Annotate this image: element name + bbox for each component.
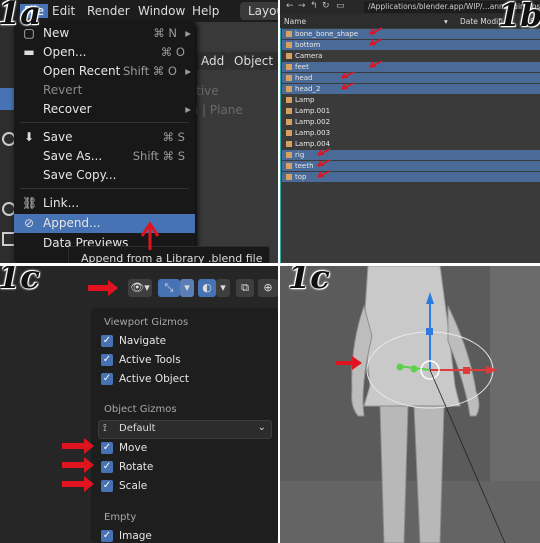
annotation-arrow (317, 148, 331, 156)
panel-viewport-gizmo: 1c (278, 263, 540, 543)
annotation-arrow (341, 71, 355, 79)
annotation-arrow (369, 27, 383, 35)
annotation-arrow (369, 60, 383, 68)
annotation-arrow (317, 170, 331, 178)
panel-label-1b: 1b (498, 0, 540, 34)
arrow-to-scale (62, 476, 94, 492)
annotation-arrow (341, 82, 355, 90)
panel-file-browser: ← → ↰ ↻ ▭ /Applications/blender.app/WIP/… (278, 0, 540, 263)
mannequin-figure (336, 266, 506, 543)
arrow-to-move (62, 438, 94, 454)
annotation-arrow-up (140, 221, 160, 250)
arrow-to-gizmo-toggle (88, 280, 118, 296)
annotation-arrows (62, 280, 118, 492)
annotation-arrow (317, 159, 331, 167)
arrow-to-rotate (62, 457, 94, 473)
panel-label-1c: 1c (0, 263, 40, 296)
panel-label-1a: 1a (0, 0, 41, 32)
annotation-arrow (369, 38, 383, 46)
annotation-arrows (317, 27, 383, 178)
panel-gizmo-popup: 👁▾ ⤡ ▾ ◐ ▾ ⧉ ⊕ Viewport Gizmos ✓ Navigat… (0, 263, 278, 543)
panel-label-1c-right: 1c (288, 263, 330, 296)
panel-file-menu: File Edit Render Window Help Layout User… (0, 0, 278, 263)
